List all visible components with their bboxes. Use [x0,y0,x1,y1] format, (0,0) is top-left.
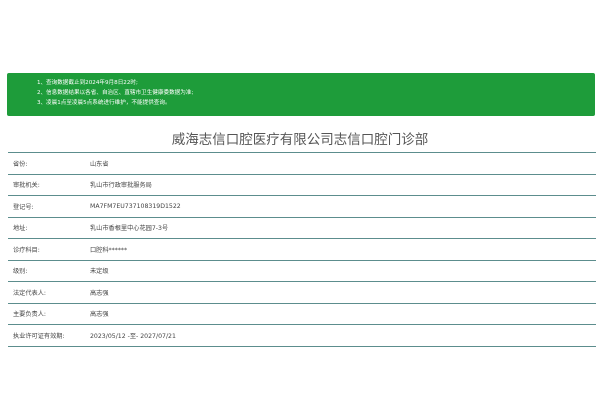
field-value: 山东省 [90,160,109,168]
info-row-departments: 诊疗科目: 口腔科****** [8,239,596,261]
field-label: 登记号: [13,203,34,211]
info-row-level: 级别: 未定级 [8,261,596,282]
notice-line: 1、查询数据截止到2024年9月8日22时; [37,78,595,88]
field-value: 口腔科****** [90,246,128,254]
field-value: 高志强 [90,289,109,297]
info-row-registration-number: 登记号: MA7FM7EU737108319D1522 [8,196,596,218]
field-value: 2023/05/12 -至- 2027/07/21 [90,332,176,340]
info-row-province: 省份: 山东省 [8,153,596,175]
notice-line: 3、凌晨1点至凌晨5点系统进行维护，不能提供查询。 [37,98,595,108]
field-label: 地址: [13,225,28,233]
field-label: 省份: [13,160,28,168]
notice-line-number: 2、 [37,90,47,96]
field-value: 高志强 [90,311,109,319]
notice-line-text: 信息数据结果以各省、自治区、直辖市卫生健康委数据为准; [46,90,194,96]
notice-line-number: 3、 [37,100,47,106]
info-row-address: 地址: 乳山市香根里中心花园7-3号 [8,218,596,239]
info-row-license-validity: 执业许可证有效期: 2023/05/12 -至- 2027/07/21 [8,325,596,347]
notice-line-text: 查询数据截止到2024年9月8日22时; [46,80,138,86]
field-value: 乳山市香根里中心花园7-3号 [90,225,169,233]
field-label: 法定代表人: [13,289,47,297]
notice-line-number: 1、 [37,80,47,86]
notice-banner: 1、查询数据截止到2024年9月8日22时; 2、信息数据结果以各省、自治区、直… [7,73,595,116]
page-title: 威海志信口腔医疗有限公司志信口腔门诊部 [171,132,429,148]
field-value: MA7FM7EU737108319D1522 [90,202,181,210]
notice-line: 2、信息数据结果以各省、自治区、直辖市卫生健康委数据为准; [37,88,595,98]
field-label: 审批机关: [13,182,40,190]
field-value: 未定级 [90,268,109,276]
field-label: 主要负责人: [13,311,47,319]
info-table: 省份: 山东省 审批机关: 乳山市行政审批服务局 登记号: MA7FM7EU73… [8,152,596,347]
info-row-principal-person: 主要负责人: 高志强 [8,304,596,325]
field-label: 执业许可证有效期: [13,332,65,340]
field-label: 级别: [13,268,28,276]
notice-line-text: 凌晨1点至凌晨5点系统进行维护，不能提供查询。 [46,100,171,106]
info-row-approval-authority: 审批机关: 乳山市行政审批服务局 [8,175,596,196]
field-label: 诊疗科目: [13,246,40,254]
info-row-legal-representative: 法定代表人: 高志强 [8,282,596,304]
field-value: 乳山市行政审批服务局 [90,182,152,190]
